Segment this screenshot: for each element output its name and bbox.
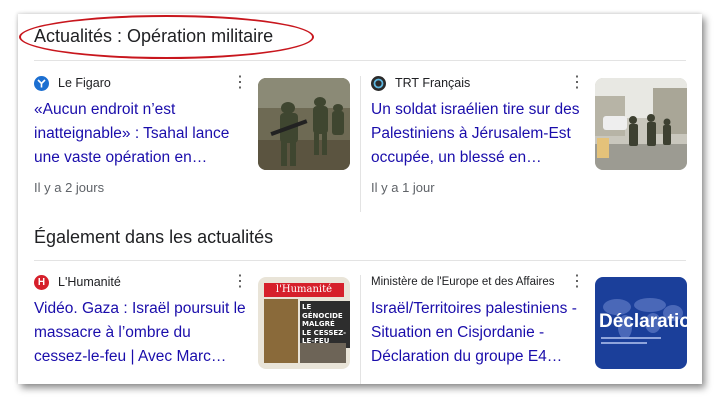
headline-link[interactable]: Un soldat israélien tire sur des Palesti… [371, 98, 585, 170]
banner-line [601, 342, 647, 344]
news-card-humanite[interactable]: H L'Humanité ⋮ Vidéo. Gaza : Israël pour… [34, 273, 354, 384]
timestamp: Il y a 1 jour [371, 180, 435, 195]
source-row: H L'Humanité [34, 273, 121, 291]
news-card-ministere[interactable]: Ministère de l'Europe et des Affaires ⋮ … [371, 273, 691, 384]
cover-photo [264, 299, 298, 363]
source-row: Ministère de l'Europe et des Affaires [371, 273, 567, 291]
more-options-icon[interactable]: ⋮ [232, 75, 248, 91]
declaration-label: Déclaration [599, 311, 687, 332]
source-name: Le Figaro [58, 76, 111, 90]
section-title-also: Également dans les actualités [34, 227, 274, 247]
more-options-icon[interactable]: ⋮ [569, 75, 585, 91]
news-card-trt[interactable]: TRT Français ⋮ Un soldat israélien tire … [371, 74, 691, 214]
cover-image [300, 343, 346, 363]
section-title-operation: Actualités : Opération militaire [34, 26, 274, 46]
headline-link[interactable]: Vidéo. Gaza : Israël poursuit le massacr… [34, 297, 248, 369]
headline-link[interactable]: Israël/Territoires palestiniens - Situat… [371, 297, 585, 369]
more-options-icon[interactable]: ⋮ [232, 274, 248, 290]
source-row: TRT Français [371, 74, 470, 92]
cover-headline: LE GÉNOCIDE MALGRÉ LE CESSEZ- LE-FEU [300, 301, 350, 348]
declaration-banner-thumbnail[interactable]: Déclaration [595, 277, 687, 369]
column-divider [360, 76, 361, 212]
news-panel: Actualités : Opération militaire Le Figa… [18, 14, 702, 384]
source-name: L'Humanité [58, 275, 121, 289]
column-divider [360, 275, 361, 384]
humanite-favicon-icon: H [34, 274, 49, 290]
banner-line [601, 337, 661, 339]
timestamp: Il y a 2 jours [34, 180, 105, 195]
divider [34, 60, 686, 61]
cover-masthead: l'Humanité [264, 283, 344, 297]
soldiers-photo-thumbnail[interactable] [258, 78, 350, 170]
source-name: TRT Français [395, 76, 471, 90]
news-card-figaro[interactable]: Le Figaro ⋮ «Aucun endroit n’est inattei… [34, 74, 354, 214]
trt-favicon-icon [371, 75, 386, 91]
source-row: Le Figaro [34, 74, 111, 92]
figaro-favicon-icon [34, 75, 49, 91]
street-soldiers-photo-thumbnail[interactable] [595, 78, 687, 170]
newspaper-cover-thumbnail[interactable]: l'Humanité LE GÉNOCIDE MALGRÉ LE CESSEZ-… [258, 277, 350, 369]
divider [34, 260, 686, 261]
headline-link[interactable]: «Aucun endroit n’est inatteignable» : Ts… [34, 98, 248, 170]
source-name: Ministère de l'Europe et des Affaires [371, 276, 555, 288]
more-options-icon[interactable]: ⋮ [569, 274, 585, 290]
